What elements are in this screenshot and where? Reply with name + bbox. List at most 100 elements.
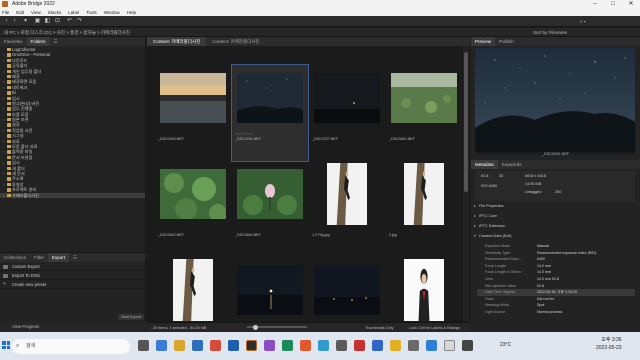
thumbnail-image[interactable]	[404, 259, 444, 321]
thumbnail[interactable]: _DSC0707.NEF	[309, 65, 385, 161]
clock[interactable]: 오후 3:36 2022-05-23	[596, 336, 622, 352]
panel-menu-icon[interactable]: ☰	[50, 37, 62, 46]
app-icon[interactable]	[462, 340, 473, 351]
thumbnail-image[interactable]	[404, 163, 444, 225]
app-icon[interactable]	[318, 340, 329, 351]
file-explorer-icon[interactable]	[174, 340, 185, 351]
thumbnail[interactable]: _DSC0842.NEF	[155, 161, 231, 257]
tab-preview[interactable]: Preview	[471, 37, 496, 46]
menu-view[interactable]: View	[31, 9, 41, 16]
app-icon[interactable]	[372, 340, 383, 351]
app-icon[interactable]	[264, 340, 275, 351]
export-panel: Collections Filter Export ☰ Custom Expor…	[0, 252, 146, 332]
back-icon[interactable]: ‹	[3, 18, 10, 25]
thumbnail-image[interactable]	[160, 169, 226, 219]
thumbnail-image[interactable]	[391, 73, 457, 123]
rating-stars[interactable]: ☆☆☆☆☆	[235, 131, 253, 136]
tab-export[interactable]: Export	[48, 253, 70, 262]
tab-publish[interactable]: Publish	[495, 37, 518, 46]
metadata-section-header[interactable]: ▾ Camera Data (Exif)	[473, 233, 637, 240]
app-icon[interactable]	[408, 340, 419, 351]
rotate-left-icon[interactable]: ↶	[66, 18, 73, 25]
tab-collections[interactable]: Collections	[0, 253, 30, 262]
start-export-button[interactable]: Start Export	[118, 314, 145, 320]
thumbnail[interactable]: _DSC0841.NEF	[386, 65, 462, 161]
weather-widget[interactable]: 23°C	[500, 342, 511, 348]
menu-stacks[interactable]: Stacks	[48, 9, 62, 16]
tab-content-1[interactable]: Content: 카메라폴더사진	[147, 37, 207, 46]
panel-menu-icon[interactable]: ☰	[69, 253, 81, 262]
folder-icon	[7, 166, 11, 170]
minimize-button[interactable]: –	[586, 0, 604, 9]
search-field[interactable]: ⌕ ▾	[580, 18, 620, 25]
taskbar-search[interactable]: ⌕ 검색	[12, 339, 130, 354]
thumbnail-size-slider[interactable]	[247, 324, 307, 330]
metadata-section-header[interactable]: ▸ IPTC Core	[473, 213, 637, 220]
thumbnail-image[interactable]	[237, 73, 303, 123]
windows-start-icon[interactable]	[2, 341, 10, 349]
export-label: Export To DNG	[12, 273, 41, 278]
thumbnail[interactable]: ☆☆☆☆☆ _DSC0291.NEF	[231, 64, 309, 162]
menu-bar: File Edit View Stacks Label Tools Window…	[0, 9, 640, 16]
tab-keywords[interactable]: Keywords	[498, 160, 526, 169]
recent-folder-icon[interactable]: ▾	[22, 18, 29, 25]
metadata-row[interactable]: Date Time Original 2022-05-16, 오후 1:34:20	[477, 289, 635, 296]
tab-filter[interactable]: Filter	[30, 253, 48, 262]
slider-handle[interactable]	[253, 324, 258, 330]
app-icon[interactable]	[390, 340, 401, 351]
breadcrumb[interactable]: 내 PC > 로컬 디스크 (D:) > 사진 > 풍경 > 밤하늘 > 카메라…	[4, 28, 130, 37]
thumbnail-image[interactable]	[327, 163, 367, 225]
thumbnail-image[interactable]	[237, 265, 303, 315]
thumbnail[interactable]: 2.jpg	[386, 161, 462, 257]
content-scrollbar[interactable]	[463, 46, 469, 322]
preview-image[interactable]	[475, 48, 635, 155]
metadata-section-header[interactable]: ▸ File Properties	[473, 203, 637, 210]
folder-item[interactable]: › 카메라폴더사진	[0, 192, 145, 198]
thumbnail[interactable]: 1-F Rig.jpg	[309, 161, 385, 257]
thumbnail-image[interactable]	[173, 259, 213, 321]
scroll-thumb[interactable]	[464, 52, 468, 192]
forward-icon[interactable]: ›	[11, 18, 18, 25]
view-progress[interactable]: View Progress	[0, 322, 146, 332]
task-view-icon[interactable]	[138, 340, 149, 351]
app-icon[interactable]	[354, 340, 365, 351]
close-button[interactable]: ✕	[622, 0, 640, 9]
bridge-icon[interactable]	[246, 340, 257, 351]
refine-icon[interactable]: ◧	[44, 18, 51, 25]
menu-file[interactable]: File	[2, 9, 9, 16]
tab-metadata[interactable]: Metadata	[471, 160, 498, 169]
thumbnail[interactable]: _DSC0844.NEF	[232, 161, 308, 257]
thumbnail-image[interactable]	[314, 73, 380, 123]
tab-content-2[interactable]: Content: 카메라폴더사진	[206, 37, 265, 46]
rotate-right-icon[interactable]: ↷	[76, 18, 83, 25]
app-icon[interactable]	[426, 340, 437, 351]
get-photos-icon[interactable]: ▣	[34, 18, 41, 25]
open-recent-icon[interactable]: ⊡	[54, 18, 61, 25]
export-custom[interactable]: Custom Export	[0, 262, 145, 271]
thumbnail-image[interactable]	[237, 169, 303, 219]
metadata-section-header[interactable]: ▸ IPTC Extension	[473, 223, 637, 230]
chevron-right-icon[interactable]: ›	[3, 193, 4, 198]
thumbnail[interactable]: _DSC0290.NEF	[155, 65, 231, 161]
export-dng[interactable]: Export To DNG	[0, 271, 145, 280]
menu-help[interactable]: Help	[127, 9, 136, 16]
photoshop-icon[interactable]	[228, 340, 239, 351]
edge-icon[interactable]	[156, 340, 167, 351]
tab-favorites[interactable]: Favorites	[0, 37, 27, 46]
thumbnail-image[interactable]	[160, 73, 226, 123]
menu-window[interactable]: Window	[104, 9, 120, 16]
create-preset[interactable]: + Create new preset	[0, 280, 145, 289]
menu-tools[interactable]: Tools	[86, 9, 97, 16]
chrome-icon[interactable]	[210, 340, 221, 351]
app-icon[interactable]	[336, 340, 347, 351]
store-icon[interactable]	[192, 340, 203, 351]
app-icon[interactable]	[300, 340, 311, 351]
menu-label[interactable]: Label	[68, 9, 79, 16]
thumbnail-image[interactable]	[314, 265, 380, 315]
sort-dropdown[interactable]: Sort by Filename	[533, 28, 567, 37]
maximize-button[interactable]: □	[604, 0, 622, 9]
tab-folders[interactable]: Folders	[26, 37, 50, 46]
menu-edit[interactable]: Edit	[16, 9, 24, 16]
app-icon[interactable]	[282, 340, 293, 351]
app-icon[interactable]	[444, 340, 455, 351]
